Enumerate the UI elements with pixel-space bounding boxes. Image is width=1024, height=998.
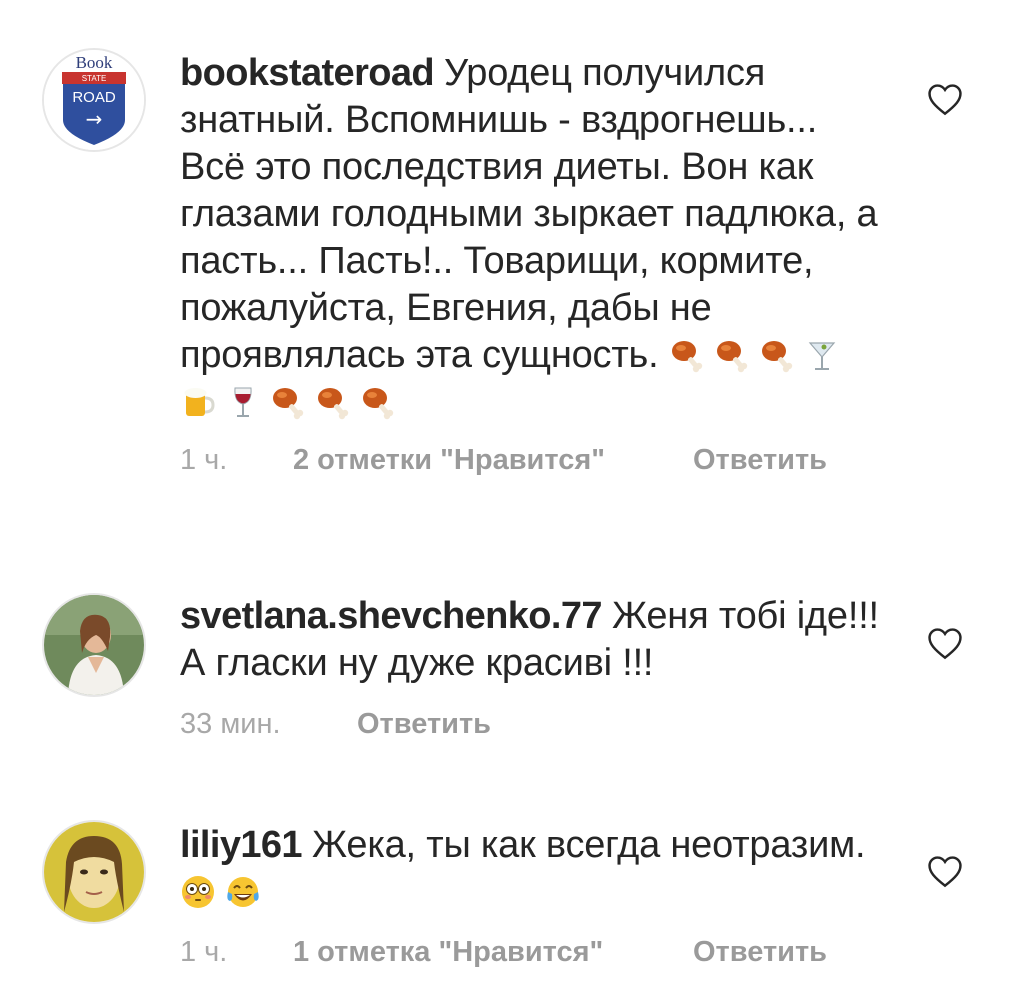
likes-count-link[interactable]: 1 отметка "Нравится" bbox=[293, 932, 603, 972]
poultry-leg-emoji bbox=[315, 384, 351, 420]
logo-sign-big-text: ROAD bbox=[72, 89, 116, 106]
avatar[interactable] bbox=[42, 820, 146, 924]
username-link[interactable]: liliy161 bbox=[180, 824, 303, 866]
heart-icon[interactable] bbox=[926, 854, 964, 888]
timestamp: 1 ч. bbox=[180, 444, 228, 476]
timestamp: 33 мин. bbox=[180, 708, 281, 740]
comment-text: Уродец получился знатный. Вспомнишь - вз… bbox=[180, 52, 878, 376]
comment-body: svetlana.shevchenko.77 Женя тобі іде!!! А… bbox=[180, 593, 880, 687]
likes-count-link[interactable]: 2 отметки "Нравится" bbox=[293, 440, 605, 480]
reply-button[interactable]: Ответить bbox=[357, 704, 491, 744]
profile-photo bbox=[44, 822, 144, 922]
username-link[interactable]: svetlana.shevchenko.77 bbox=[180, 595, 603, 637]
poultry-leg-emoji bbox=[759, 337, 795, 373]
wine-glass-emoji bbox=[225, 384, 261, 420]
poultry-leg-emoji bbox=[714, 337, 750, 373]
cocktail-emoji bbox=[804, 337, 840, 373]
poultry-leg-emoji bbox=[669, 337, 705, 373]
profile-photo bbox=[44, 595, 144, 695]
beer-mug-emoji bbox=[180, 384, 216, 420]
tears-of-joy-emoji bbox=[225, 874, 261, 910]
comment-body: liliy161 Жека, ты как всегда неотразим. bbox=[180, 822, 880, 916]
emoji-row bbox=[180, 871, 270, 913]
heart-icon[interactable] bbox=[926, 626, 964, 660]
poultry-leg-emoji bbox=[270, 384, 306, 420]
comment-text: Жека, ты как всегда неотразим. bbox=[311, 824, 866, 866]
heart-icon[interactable] bbox=[926, 82, 964, 116]
reply-button[interactable]: Ответить bbox=[693, 932, 833, 972]
avatar[interactable] bbox=[42, 593, 146, 697]
logo-top-text: Book bbox=[76, 53, 113, 72]
reply-button[interactable]: Ответить bbox=[693, 440, 833, 480]
avatar[interactable]: Book STATE ROAD → bbox=[42, 48, 146, 152]
flushed-face-emoji bbox=[180, 874, 216, 910]
poultry-leg-emoji bbox=[360, 384, 396, 420]
road-sign-logo: Book STATE ROAD → bbox=[44, 50, 144, 150]
logo-sign-small-text: STATE bbox=[82, 74, 107, 83]
username-link[interactable]: bookstateroad bbox=[180, 52, 435, 94]
arrow-right-icon: → bbox=[86, 107, 103, 131]
timestamp: 1 ч. bbox=[180, 936, 228, 968]
comment-body: bookstateroad Уродец получился знатный. В… bbox=[180, 50, 880, 426]
